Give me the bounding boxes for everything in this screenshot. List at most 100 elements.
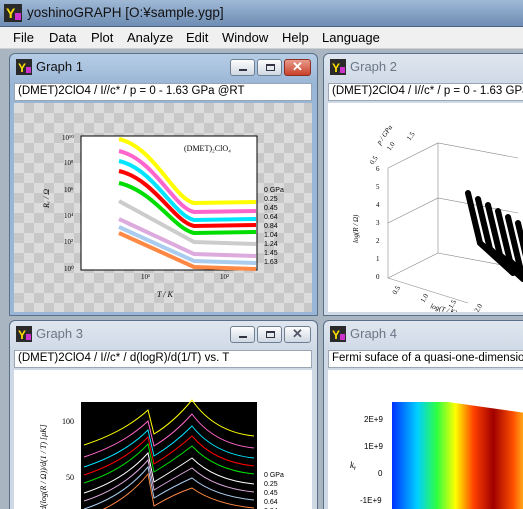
graph1-xlabel: T / K [157,290,174,299]
yoshinograph-logo-icon: Y [4,4,22,22]
graph1-legend-entry: 1.24 [264,241,278,248]
graph2-ptick: 1.5 [405,130,417,142]
graph2-canvas[interactable]: 6 5 4 3 2 1 0 0.5 1.0 1.5 0.5 1.0 1.5 2.… [328,103,523,312]
close-button[interactable]: ✕ [284,59,311,76]
graph-window-icon: Y [330,59,346,75]
graph1-legend-entry: 1.45 [264,250,278,257]
menu-bar: File Data Plot Analyze Edit Window Help … [0,27,523,49]
mdi-workspace: Y Graph 1 ✕ (DMET)2ClO4 / I//c* / p = 0 … [0,49,523,509]
graph1-ylabel: Rₑ / Ω [42,189,51,209]
graph1-ytick: 10¹⁰ [62,134,74,142]
menu-data[interactable]: Data [49,30,76,45]
graph4-ytick: 1E+9 [364,442,383,451]
graph3-legend-entry: 0.25 [264,481,278,488]
graph2-title: Graph 2 [350,59,397,74]
menu-language[interactable]: Language [322,30,380,45]
maximize-button[interactable] [257,326,282,343]
graph1-legend-entry: 1.04 [264,232,278,239]
graph1-plot: (DMET)₂ClO₄ Rₑ / Ω T / K 10¹⁰ 10⁸ 10⁶ 10… [42,134,284,299]
maximize-button[interactable] [257,59,282,76]
minimize-icon [239,69,247,71]
graph2-ptick: 1.0 [385,140,397,152]
menu-help[interactable]: Help [282,30,309,45]
close-button[interactable]: ✕ [284,326,311,343]
graph3-plot: d(log(R / Ω))/d(1 / T) [μK] 100 50 0 GPa… [39,399,284,509]
graph1-legend-entry: 0.45 [264,205,278,212]
graph2-caption: (DMET)2ClO4 / I//c* / p = 0 - 1.63 GPa @… [328,83,523,101]
graph4-ytick: -1E+9 [360,496,382,505]
maximize-icon [266,331,275,338]
menu-file[interactable]: File [13,30,34,45]
graph1-legend-entry: 0.84 [264,223,278,230]
graph2-axis-r: log(R / Ω) [352,214,360,243]
graph1-xtick: 10² [220,273,229,281]
graph4-title-bar[interactable]: Y Graph 4 [324,321,523,347]
minimize-button[interactable] [230,326,255,343]
graph1-xtick: 10¹ [141,273,150,281]
graph-window-icon: Y [16,326,32,342]
graph4-window[interactable]: Y Graph 4 Fermi suface of a quasi-one-di… [323,320,523,509]
graph1-caption: (DMET)2ClO4 / I//c* / p = 0 - 1.63 GPa @… [14,83,312,101]
graph2-ttick: 0.5 [391,284,403,296]
minimize-button[interactable] [230,59,255,76]
svg-text:Y: Y [18,328,26,342]
graph4-canvas[interactable]: 2E+9 1E+9 0 -1E+9 kᵧ [328,370,523,509]
graph1-ytick: 10⁰ [64,265,74,273]
graph3-ylabel: d(log(R / Ω))/d(1 / T) [μK] [39,424,48,509]
graph3-legend-entry: 0.45 [264,490,278,497]
svg-text:Y: Y [18,61,26,75]
app-window: Y yoshinoGRAPH [O:¥sample.ygp] File Data… [0,0,523,509]
graph1-ytick: 10⁸ [64,159,74,167]
menu-edit[interactable]: Edit [186,30,208,45]
close-icon: ✕ [292,59,303,74]
graph1-title: Graph 1 [36,59,83,74]
graph2-ttick: 1.0 [419,292,431,304]
menu-window[interactable]: Window [222,30,268,45]
graph3-canvas[interactable]: d(log(R / Ω))/d(1 / T) [μK] 100 50 0 GPa… [14,370,312,509]
graph1-legend-entry: 1.63 [264,259,278,266]
graph1-canvas[interactable]: (DMET)₂ClO₄ Rₑ / Ω T / K 10¹⁰ 10⁸ 10⁶ 10… [14,103,312,312]
graph1-title-bar[interactable]: Y Graph 1 ✕ [10,54,317,80]
app-title: yoshinoGRAPH [O:¥sample.ygp] [27,5,224,20]
graph3-ytick: 100 [62,417,74,426]
graph1-ytick: 10⁴ [64,212,74,220]
graph4-ylabel: kᵧ [350,460,356,470]
minimize-icon [239,336,247,338]
graph-window-icon: Y [330,326,346,342]
graph2-ztick: 2 [376,237,380,245]
graph4-ytick: 0 [378,469,383,478]
graph3-window[interactable]: Y Graph 3 ✕ (DMET)2ClO4 / I//c* / d(logR… [9,320,318,509]
menu-analyze[interactable]: Analyze [127,30,173,45]
graph4-title: Graph 4 [350,326,397,341]
svg-text:Y: Y [332,61,340,75]
graph3-caption: (DMET)2ClO4 / I//c* / d(logR)/d(1/T) vs.… [14,350,312,368]
graph2-window[interactable]: Y Graph 2 (DMET)2ClO4 / I//c* / p = 0 - … [323,53,523,316]
graph2-title-bar[interactable]: Y Graph 2 [324,54,523,80]
graph3-legend-entry: 0.64 [264,499,278,506]
graph2-ztick: 1 [376,255,380,263]
graph2-ztick: 5 [376,183,380,191]
graph1-annotation: (DMET)₂ClO₄ [184,144,231,153]
graph1-ytick: 10² [64,238,73,246]
graph2-ttick: 2.0 [473,302,485,312]
close-icon: ✕ [292,326,303,341]
graph1-ytick: 10⁶ [64,186,74,194]
graph3-title-bar[interactable]: Y Graph 3 ✕ [10,321,317,347]
graph3-plot-frame [81,402,257,509]
menu-plot[interactable]: Plot [91,30,113,45]
graph3-ytick: 50 [66,473,74,482]
graph4-caption: Fermi suface of a quasi-one-dimensional [328,350,523,368]
graph2-plot: 6 5 4 3 2 1 0 0.5 1.0 1.5 0.5 1.0 1.5 2.… [352,123,523,312]
graph4-ytick: 2E+9 [364,415,383,424]
svg-text:Y: Y [6,5,16,21]
graph1-window[interactable]: Y Graph 1 ✕ (DMET)2ClO4 / I//c* / p = 0 … [9,53,318,316]
graph2-ztick: 4 [376,201,380,209]
graph2-ztick: 6 [376,165,380,173]
title-bar[interactable]: Y yoshinoGRAPH [O:¥sample.ygp] [0,0,523,27]
graph1-legend-entry: 0.64 [264,214,278,221]
graph3-title: Graph 3 [36,326,83,341]
maximize-icon [266,64,275,71]
graph2-ztick: 0 [376,273,380,281]
graph4-heatmap [392,402,523,509]
svg-text:Y: Y [332,328,340,342]
